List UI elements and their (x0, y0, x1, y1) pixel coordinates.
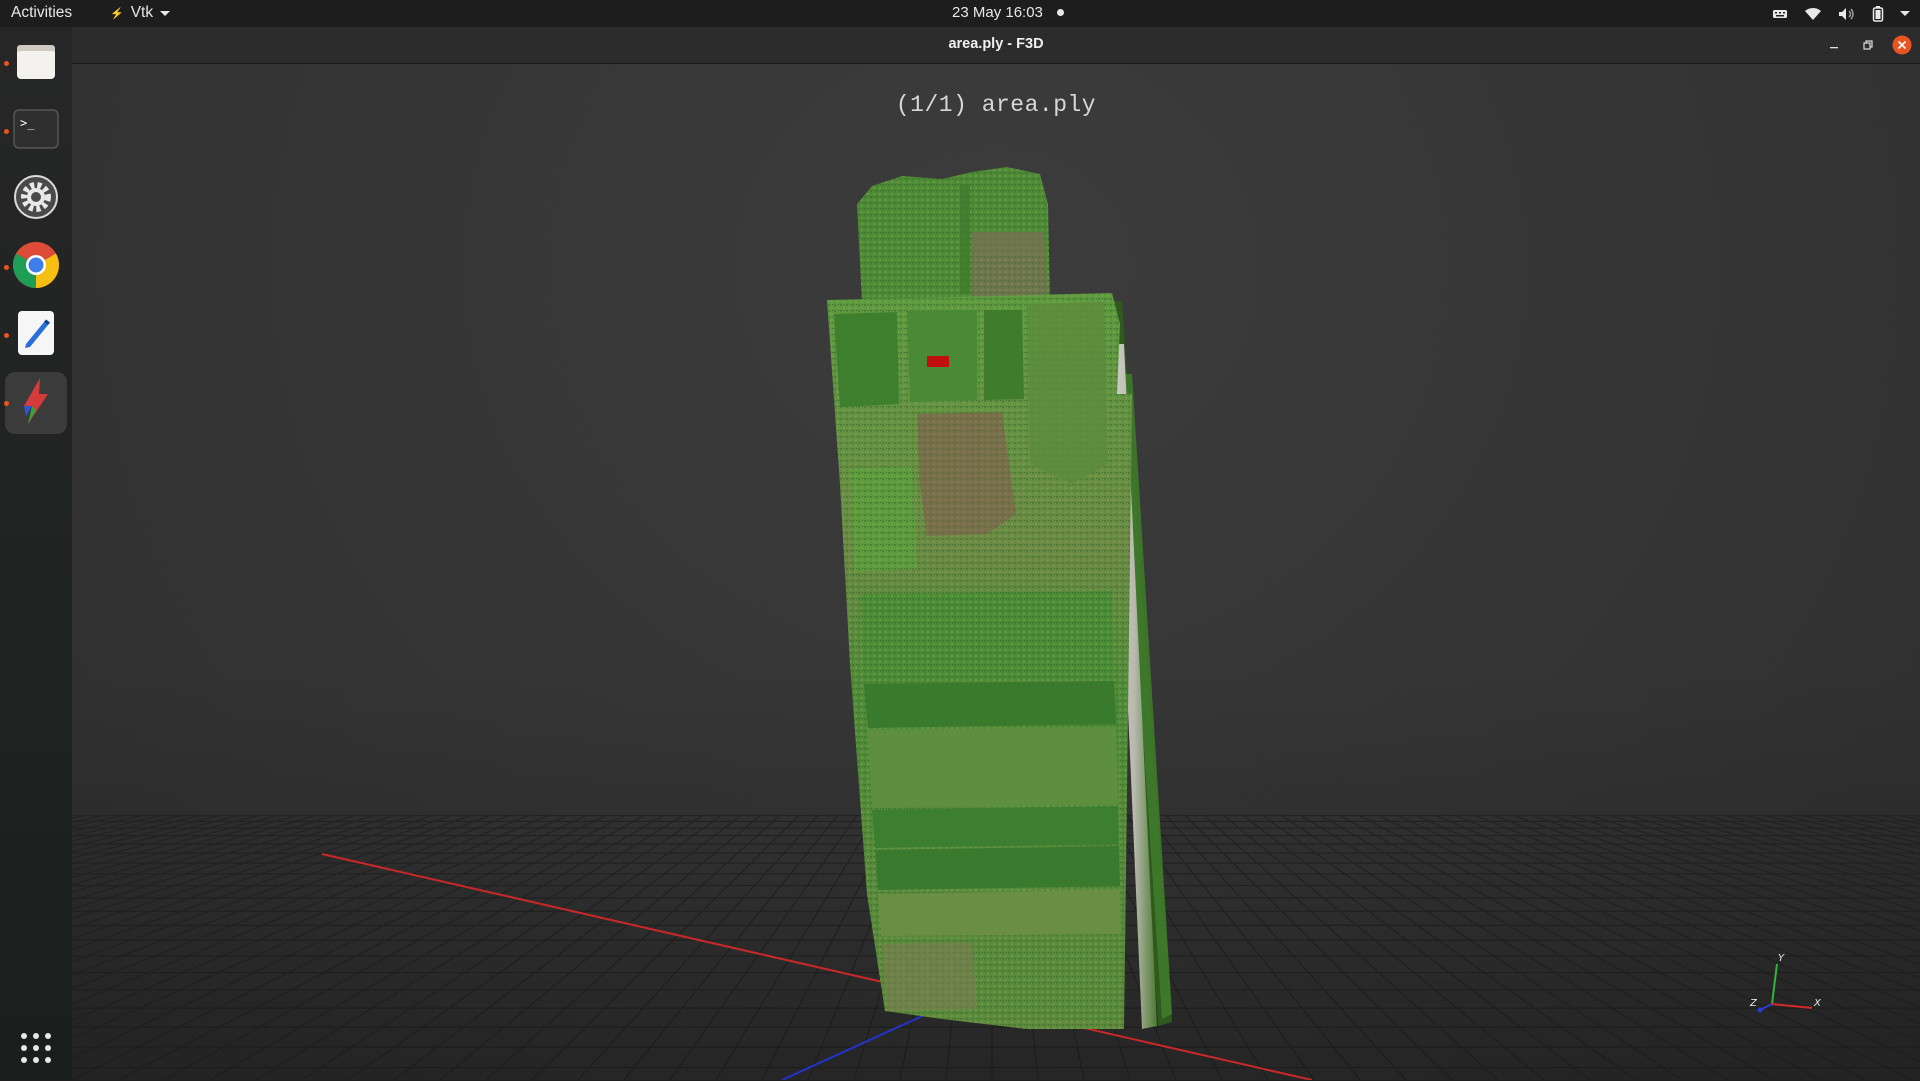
folder-icon (14, 39, 58, 87)
chrome-icon (12, 241, 60, 293)
restore-icon (1863, 40, 1873, 50)
app-grid-icon (19, 1031, 53, 1069)
axis-x-label: X (1813, 998, 1822, 1009)
dock-item-chrome[interactable] (4, 236, 67, 298)
app-menu[interactable]: ⚡ Vtk (110, 4, 171, 22)
svg-text:>_: >_ (20, 116, 35, 130)
dock-item-text-editor[interactable] (4, 304, 67, 366)
battery-icon (1872, 5, 1884, 22)
close-button[interactable] (1892, 35, 1912, 55)
dock-item-terminal[interactable]: >_ (4, 100, 67, 162)
window-title: area.ply - F3D (948, 36, 1044, 52)
window-titlebar[interactable]: area.ply - F3D (72, 27, 1920, 64)
axis-z-label: Z (1749, 998, 1758, 1009)
maximize-button[interactable] (1858, 35, 1878, 55)
wifi-icon (1804, 7, 1822, 21)
system-menu-chevron-icon (1900, 11, 1910, 16)
notification-dot-icon (1056, 9, 1064, 16)
f3d-window: area.ply - F3D (1/1) area.ply Y X Z (72, 27, 1920, 1080)
scene-3d: Y X Z (72, 167, 1920, 1080)
f3d-icon (14, 376, 58, 430)
dock-item-f3d[interactable] (4, 372, 67, 434)
top-bar: Activities ⚡ Vtk 23 May 16:03 (0, 0, 1920, 27)
terminal-icon: >_ (13, 109, 59, 153)
vtk-app-icon: ⚡ (110, 7, 124, 20)
gear-icon (13, 174, 59, 224)
running-indicator (4, 401, 9, 406)
activities-button[interactable]: Activities (11, 4, 72, 22)
dock: >_ (0, 27, 72, 1080)
volume-icon (1838, 7, 1856, 21)
dock-item-settings[interactable] (5, 168, 67, 230)
minimize-icon (1830, 47, 1838, 49)
chevron-down-icon (160, 10, 171, 16)
text-editor-icon (16, 310, 56, 360)
point-cloud-area (827, 167, 1172, 1029)
running-indicator (4, 265, 9, 270)
axis-y-label: Y (1778, 953, 1785, 964)
system-tray[interactable] (1772, 0, 1910, 27)
running-indicator (4, 333, 9, 338)
dock-item-files[interactable] (4, 32, 67, 94)
close-icon (1892, 35, 1912, 55)
render-viewport[interactable]: (1/1) area.ply Y X Z (72, 64, 1920, 1080)
show-apps-button[interactable] (5, 1019, 67, 1081)
running-indicator (4, 129, 9, 134)
app-menu-label: Vtk (130, 4, 154, 21)
clock[interactable]: 23 May 16:03 (952, 4, 1064, 21)
clock-label: 23 May 16:03 (952, 4, 1043, 21)
running-indicator (4, 61, 9, 66)
keyboard-icon (1772, 8, 1788, 20)
red-marker (927, 356, 949, 367)
minimize-button[interactable] (1824, 35, 1844, 55)
